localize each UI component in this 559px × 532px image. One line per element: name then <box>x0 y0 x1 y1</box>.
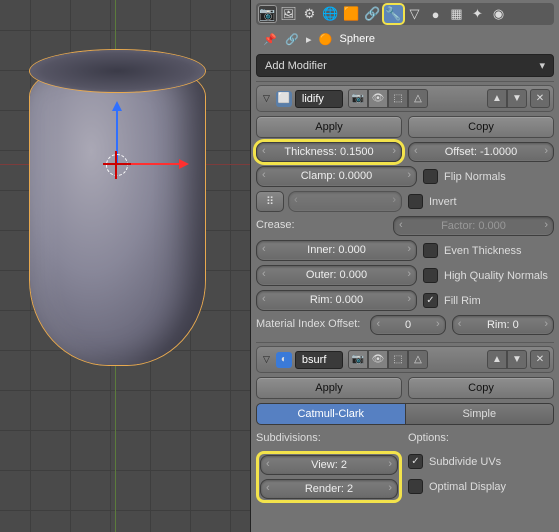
thickness-field[interactable]: Thickness: 0.1500 <box>256 142 402 162</box>
rim-field[interactable]: Rim: 0.000 <box>256 290 417 311</box>
render-field[interactable]: Render: 2 <box>260 479 398 499</box>
apply-button[interactable]: Apply <box>256 377 402 399</box>
add-modifier-dropdown[interactable]: Add Modifier <box>256 54 554 77</box>
move-up-icon[interactable]: ▲ <box>487 89 507 108</box>
solidify-icon: ⬜ <box>276 91 292 107</box>
crease-label: Crease: <box>256 216 387 236</box>
properties-panel: 📷 🖼 ⚙ 🌐 🟧 🔗 🔧 ▽ ● ▦ ✦ ◉ 📌 🔗 ▸ 🟠 Sphere A… <box>251 0 559 532</box>
collapse-icon[interactable]: ▽ <box>260 354 273 365</box>
cursor-3d[interactable] <box>106 154 128 176</box>
flip-normals-check[interactable]: Flip Normals <box>423 166 554 187</box>
move-up-icon[interactable]: ▲ <box>487 350 507 369</box>
tab-data-icon[interactable]: ▽ <box>405 5 424 23</box>
tab-constraints-icon[interactable]: 🔗 <box>363 5 382 23</box>
modifier-header: ▽ ⬜ lidify 📷 👁 ⬚ △ ▲ ▼ ✕ <box>256 85 554 112</box>
display-toggle-icon[interactable]: 👁 <box>368 350 388 369</box>
tab-physics-icon[interactable]: ◉ <box>489 5 508 23</box>
tab-render-icon[interactable]: 📷 <box>258 5 277 23</box>
mat-offset-field[interactable]: 0 <box>370 315 445 335</box>
tab-texture-icon[interactable]: ▦ <box>447 5 466 23</box>
hq-normals-check[interactable]: High Quality Normals <box>423 265 554 286</box>
fill-rim-check[interactable]: ✓Fill Rim <box>423 290 554 311</box>
options-label: Options: <box>408 429 554 447</box>
subdivisions-highlight: View: 2 Render: 2 <box>256 451 402 503</box>
view-field[interactable]: View: 2 <box>260 455 398 475</box>
link-icon[interactable]: 🔗 <box>284 31 300 47</box>
subsurf-type-toggle[interactable]: Catmull-Clark Simple <box>256 403 554 425</box>
display-toggle-icon[interactable]: 👁 <box>368 89 388 108</box>
clamp-field[interactable]: Clamp: 0.0000 <box>256 166 417 187</box>
modifier-header: ▽ ◐ bsurf 📷 👁 ⬚ △ ▲ ▼ ✕ <box>256 346 554 373</box>
tab-scene-icon[interactable]: ⚙ <box>300 5 319 23</box>
editmode-toggle-icon[interactable]: ⬚ <box>388 350 408 369</box>
even-thickness-check[interactable]: Even Thickness <box>423 240 554 261</box>
hq-label: High Quality Normals <box>444 270 548 282</box>
viewport-3d[interactable] <box>0 0 251 532</box>
copy-button[interactable]: Copy <box>408 116 554 138</box>
move-down-icon[interactable]: ▼ <box>507 350 527 369</box>
even-label: Even Thickness <box>444 245 521 257</box>
offset-field[interactable]: Offset: -1.0000 <box>408 142 554 162</box>
modifier-solidify: ▽ ⬜ lidify 📷 👁 ⬚ △ ▲ ▼ ✕ Apply Copy <box>256 81 554 342</box>
delete-modifier-icon[interactable]: ✕ <box>530 350 550 369</box>
flip-normals-label: Flip Normals <box>444 171 506 183</box>
subdivide-uvs-check[interactable]: ✓Subdivide UVs <box>408 451 554 472</box>
object-name: Sphere <box>340 33 375 45</box>
tab-object-icon[interactable]: 🟧 <box>342 5 361 23</box>
factor-field: Factor: 0.000 <box>393 216 554 236</box>
collapse-icon[interactable]: ▽ <box>260 93 273 104</box>
chevron-icon: ▸ <box>306 33 312 46</box>
subdivisions-label: Subdivisions: <box>256 429 402 447</box>
fillrim-label: Fill Rim <box>444 295 481 307</box>
mat-offset-label: Material Index Offset: <box>256 315 364 335</box>
optdisp-label: Optimal Display <box>429 481 506 493</box>
cage-toggle-icon[interactable]: △ <box>408 89 428 108</box>
move-down-icon[interactable]: ▼ <box>507 89 527 108</box>
mesh-rim <box>30 50 205 92</box>
invert-check[interactable]: Invert <box>408 191 554 212</box>
render-toggle-icon[interactable]: 📷 <box>348 350 368 369</box>
editmode-toggle-icon[interactable]: ⬚ <box>388 89 408 108</box>
tab-modifiers-icon[interactable]: 🔧 <box>384 5 403 23</box>
tab-world-icon[interactable]: 🌐 <box>321 5 340 23</box>
tab-material-icon[interactable]: ● <box>426 5 445 23</box>
cage-toggle-icon[interactable]: △ <box>408 350 428 369</box>
vgroup-field[interactable] <box>288 191 402 212</box>
rim-offset-field[interactable]: Rim: 0 <box>452 315 554 335</box>
pin-icon[interactable]: 📌 <box>262 31 278 47</box>
subsurf-icon: ◐ <box>276 352 292 368</box>
render-toggle-icon[interactable]: 📷 <box>348 89 368 108</box>
delete-modifier-icon[interactable]: ✕ <box>530 89 550 108</box>
add-modifier-label: Add Modifier <box>265 60 327 72</box>
sphere-icon: 🟠 <box>318 31 334 47</box>
vgroup-icon[interactable]: ⠿ <box>256 191 284 212</box>
optimal-display-check[interactable]: Optimal Display <box>408 476 554 497</box>
inner-field[interactable]: Inner: 0.000 <box>256 240 417 261</box>
apply-button[interactable]: Apply <box>256 116 402 138</box>
properties-tabs: 📷 🖼 ⚙ 🌐 🟧 🔗 🔧 ▽ ● ▦ ✦ ◉ <box>256 3 554 25</box>
outer-field[interactable]: Outer: 0.000 <box>256 265 417 286</box>
simple-option[interactable]: Simple <box>406 403 555 425</box>
modifier-subsurf: ▽ ◐ bsurf 📷 👁 ⬚ △ ▲ ▼ ✕ Apply Copy <box>256 342 554 510</box>
catmull-option[interactable]: Catmull-Clark <box>256 403 406 425</box>
invert-label: Invert <box>429 196 457 208</box>
copy-button[interactable]: Copy <box>408 377 554 399</box>
modifier-name-field[interactable]: lidify <box>295 90 343 108</box>
tab-particles-icon[interactable]: ✦ <box>468 5 487 23</box>
tab-layers-icon[interactable]: 🖼 <box>279 5 298 23</box>
modifier-name-field[interactable]: bsurf <box>295 351 343 369</box>
subuvs-label: Subdivide UVs <box>429 456 501 468</box>
header-row: 📌 🔗 ▸ 🟠 Sphere <box>256 28 554 50</box>
